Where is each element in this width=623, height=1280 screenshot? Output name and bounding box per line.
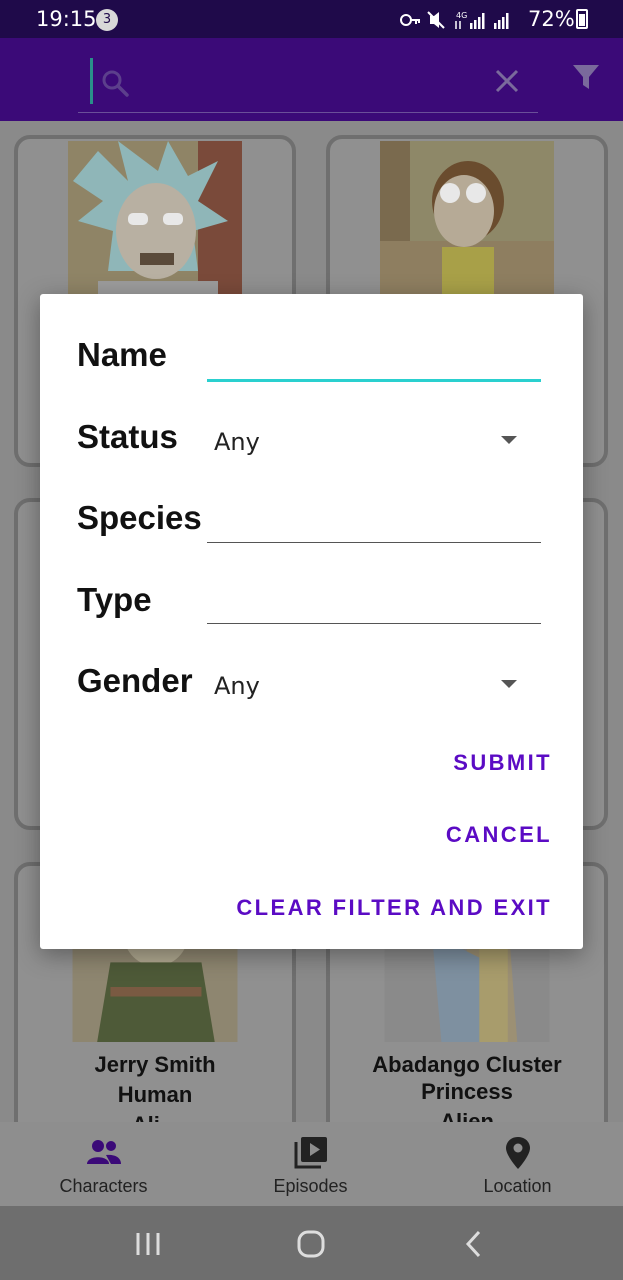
nav-label: Characters	[59, 1176, 148, 1196]
character-status: Ali...	[18, 1112, 292, 1122]
character-image	[380, 141, 554, 295]
character-name: Abadango Cluster	[372, 1052, 562, 1077]
mute-icon	[427, 11, 445, 29]
nav-characters[interactable]: Characters	[0, 1122, 207, 1206]
chevron-down-icon	[501, 436, 517, 444]
nav-location[interactable]: Location	[414, 1122, 621, 1206]
species-input[interactable]	[207, 503, 541, 543]
filter-dialog: Name Status Any Species Type Gender Any …	[40, 294, 583, 949]
close-icon[interactable]	[492, 66, 522, 96]
type-input[interactable]	[207, 584, 541, 624]
text-cursor	[90, 58, 93, 104]
video-library-icon	[294, 1137, 327, 1169]
battery-icon	[576, 9, 588, 29]
data-arrows-icon	[455, 21, 461, 29]
character-species: Princess	[421, 1079, 513, 1104]
key-icon	[400, 14, 420, 26]
character-image	[68, 141, 242, 295]
submit-button[interactable]: SUBMIT	[453, 750, 552, 776]
character-status: Alien	[440, 1109, 494, 1122]
character-name: Jerry Smith	[94, 1052, 216, 1077]
search-icon	[102, 70, 129, 97]
nav-label: Episodes	[273, 1176, 348, 1196]
chevron-down-icon	[501, 680, 517, 688]
back-icon[interactable]	[460, 1229, 488, 1259]
people-icon	[87, 1140, 121, 1164]
home-icon[interactable]	[296, 1229, 326, 1259]
status-bar: 19:15 3 4G 72%	[0, 0, 623, 38]
filter-icon[interactable]	[572, 63, 600, 91]
clear-filter-button[interactable]: CLEAR FILTER AND EXIT	[236, 895, 552, 921]
species-label: Species	[77, 499, 202, 536]
notification-count-badge: 3	[96, 9, 118, 31]
status-label: Status	[77, 418, 178, 455]
status-dropdown[interactable]: Any	[207, 418, 541, 462]
status-icons: 4G	[400, 11, 509, 29]
status-selected-value: Any	[214, 428, 260, 456]
system-navigation-bar	[0, 1206, 623, 1280]
bottom-navigation: Characters Episodes Location	[0, 1122, 623, 1206]
recent-apps-icon[interactable]	[134, 1230, 162, 1258]
nav-episodes[interactable]: Episodes	[207, 1122, 414, 1206]
gender-selected-value: Any	[214, 672, 260, 700]
location-pin-icon	[506, 1137, 530, 1169]
signal-icon	[470, 13, 485, 29]
character-species: Human	[117, 1082, 193, 1107]
name-label: Name	[77, 336, 167, 373]
search-input[interactable]	[78, 56, 538, 113]
signal-icon-2	[494, 13, 509, 29]
gender-label: Gender	[77, 662, 193, 699]
clock: 19:15	[36, 7, 97, 31]
app-bar	[0, 38, 623, 121]
4g-icon: 4G	[456, 11, 467, 20]
gender-dropdown[interactable]: Any	[207, 662, 541, 706]
battery-percent: 72%	[528, 7, 575, 31]
nav-label: Location	[483, 1176, 552, 1196]
cancel-button[interactable]: CANCEL	[446, 822, 552, 848]
name-input[interactable]	[207, 342, 541, 382]
type-label: Type	[77, 581, 152, 618]
